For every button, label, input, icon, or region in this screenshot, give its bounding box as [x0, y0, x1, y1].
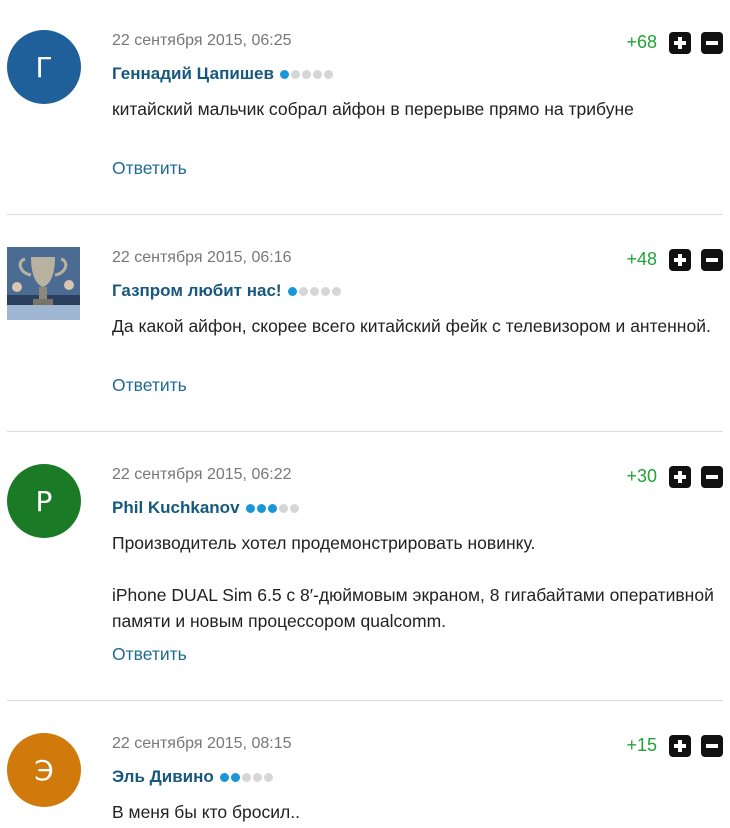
downvote-button[interactable]	[701, 735, 723, 757]
comment-score: +48	[626, 249, 657, 269]
author-name[interactable]: Эль Дивино	[112, 767, 214, 787]
downvote-button[interactable]	[701, 249, 723, 271]
comment-paragraph: Да какой айфон, скорее всего китайский ф…	[112, 316, 711, 336]
downvote-button[interactable]	[701, 466, 723, 488]
author-rating-dots	[287, 286, 341, 296]
comment-score: +15	[626, 735, 657, 755]
comment-score: +30	[626, 466, 657, 486]
avatar[interactable]	[7, 247, 80, 320]
author-rating-dots	[219, 772, 273, 782]
comment-author[interactable]: Эль Дивино	[112, 767, 273, 787]
downvote-button[interactable]	[701, 32, 723, 54]
comment-paragraph: В меня бы кто бросил..	[112, 802, 300, 822]
author-name[interactable]: Phil Kuchkanov	[112, 498, 240, 518]
divider	[7, 431, 723, 432]
upvote-button[interactable]	[669, 466, 691, 488]
comment-date: 22 сентября 2015, 06:22	[112, 466, 292, 483]
divider	[7, 214, 723, 215]
trophy-photo-icon	[7, 247, 80, 320]
avatar[interactable]: P	[7, 464, 81, 538]
comment-author[interactable]: Газпром любит нас!	[112, 281, 341, 301]
comment-score: +68	[626, 32, 657, 52]
comment-date: 22 сентября 2015, 06:16	[112, 249, 292, 266]
comment-paragraph: Производитель хотел продемонстрировать н…	[112, 533, 536, 553]
comment-text: китайский мальчик собрал айфон в перерыв…	[112, 96, 722, 122]
comment-paragraph: iPhone DUAL Sim 6.5 с 8′-дюймовым экрано…	[112, 585, 714, 631]
reply-link[interactable]: Ответить	[112, 375, 187, 396]
reply-link[interactable]: Ответить	[112, 644, 187, 665]
author-rating-dots	[279, 69, 333, 79]
upvote-button[interactable]	[669, 249, 691, 271]
comment-date: 22 сентября 2015, 06:25	[112, 32, 292, 49]
comment-author[interactable]: Phil Kuchkanov	[112, 498, 299, 518]
avatar[interactable]: Г	[7, 30, 81, 104]
upvote-button[interactable]	[669, 735, 691, 757]
comment-text: В меня бы кто бросил..	[112, 799, 722, 825]
comment-author[interactable]: Геннадий Цапишев	[112, 64, 333, 84]
avatar[interactable]: Э	[7, 733, 81, 807]
comment-text: Да какой айфон, скорее всего китайский ф…	[112, 313, 722, 339]
upvote-button[interactable]	[669, 32, 691, 54]
author-name[interactable]: Геннадий Цапишев	[112, 64, 274, 84]
author-rating-dots	[245, 503, 299, 513]
author-name[interactable]: Газпром любит нас!	[112, 281, 282, 301]
divider	[7, 700, 723, 701]
comment-date: 22 сентября 2015, 08:15	[112, 735, 292, 752]
comment-paragraph: китайский мальчик собрал айфон в перерыв…	[112, 99, 634, 119]
reply-link[interactable]: Ответить	[112, 158, 187, 179]
comment-text: Производитель хотел продемонстрировать н…	[112, 530, 722, 634]
